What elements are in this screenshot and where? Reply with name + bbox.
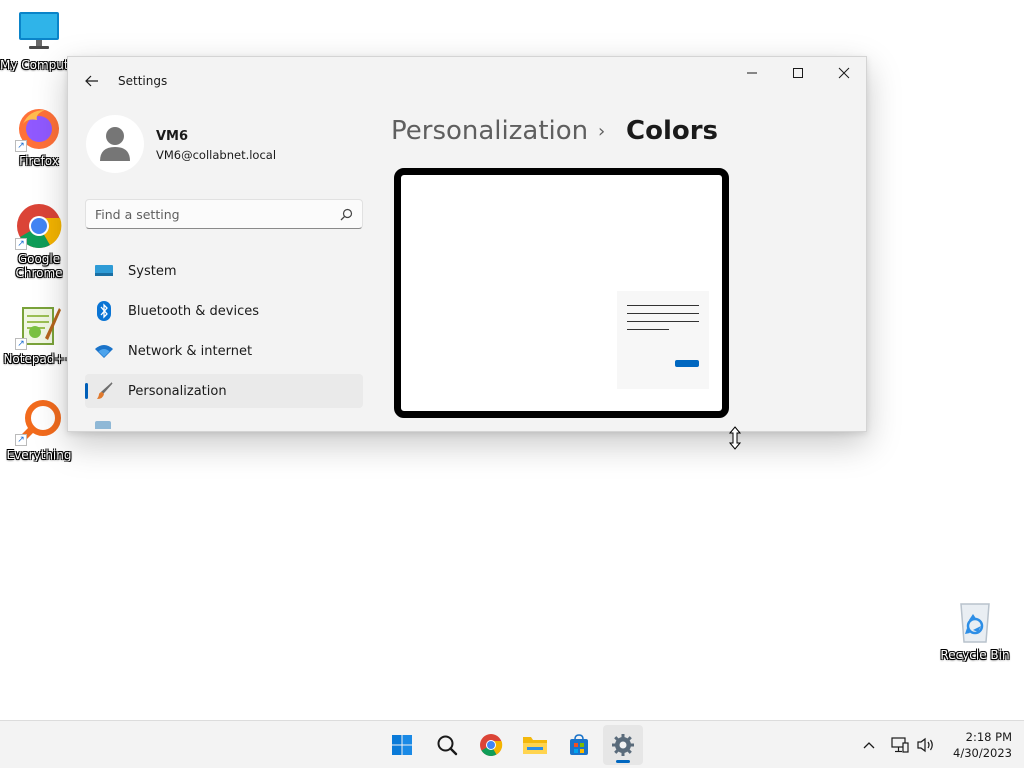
chevron-right-icon: › <box>598 121 606 142</box>
search-icon <box>437 735 458 756</box>
preview-text-line <box>627 329 669 330</box>
chrome-icon: ↗ <box>15 202 63 250</box>
resize-vertical-cursor-icon <box>728 426 742 450</box>
monitor-icon <box>15 8 63 56</box>
folder-icon <box>523 737 547 754</box>
firefox-icon: ↗ <box>15 104 63 152</box>
minimize-icon <box>747 72 757 74</box>
preview-window-card <box>617 291 709 389</box>
network-tray-button[interactable] <box>890 735 910 755</box>
wifi-icon <box>94 341 114 361</box>
taskbar-clock[interactable]: 2:18 PM 4/30/2023 <box>946 729 1012 761</box>
recycle-bin-icon <box>951 598 999 646</box>
sidebar-item-label: Personalization <box>128 383 227 399</box>
sidebar-item-label: Bluetooth & devices <box>128 303 259 319</box>
taskbar-store-button[interactable] <box>559 725 599 765</box>
chevron-up-icon <box>863 742 875 749</box>
start-button[interactable] <box>382 725 422 765</box>
avatar[interactable] <box>86 115 144 173</box>
store-icon <box>570 734 588 755</box>
shortcut-arrow-icon: ↗ <box>15 140 27 152</box>
brush-icon <box>94 381 114 401</box>
settings-gear-icon <box>612 734 634 756</box>
sidebar-item-personalization[interactable]: Personalization <box>85 374 363 408</box>
taskbar-settings-button[interactable] <box>603 725 643 765</box>
close-button[interactable] <box>821 57 866 89</box>
search-input[interactable] <box>86 200 326 228</box>
taskbar-chrome-button[interactable] <box>471 725 511 765</box>
show-hidden-icons-button[interactable] <box>859 735 879 755</box>
notepad-plus-plus-icon: ↗ <box>15 302 63 350</box>
sidebar-item-partial-icon <box>95 421 111 429</box>
sidebar-item-label: System <box>128 263 177 279</box>
page-title: Colors <box>626 116 719 146</box>
minimize-button[interactable] <box>729 57 775 89</box>
volume-tray-button[interactable] <box>916 735 936 755</box>
search-icon[interactable] <box>338 206 354 222</box>
shortcut-arrow-icon: ↗ <box>15 434 27 446</box>
shortcut-arrow-icon: ↗ <box>15 238 27 250</box>
window-title: Settings <box>118 74 168 88</box>
shortcut-arrow-icon: ↗ <box>15 338 27 350</box>
taskbar-search-button[interactable] <box>427 725 467 765</box>
user-name: VM6 <box>156 129 189 144</box>
maximize-button[interactable] <box>775 57 821 89</box>
title-bar[interactable]: Settings <box>68 57 866 105</box>
sidebar-item-bluetooth-devices[interactable]: Bluetooth & devices <box>85 294 363 328</box>
preview-text-line <box>627 313 699 314</box>
preview-accent-button <box>675 360 699 367</box>
sidebar-item-system[interactable]: System <box>85 254 363 288</box>
user-icon <box>100 127 130 161</box>
bluetooth-icon <box>94 301 114 321</box>
desktop-icon-label: Google Chrome <box>15 252 63 280</box>
network-icon <box>891 737 909 753</box>
taskbar: 2:18 PM 4/30/2023 <box>0 720 1024 768</box>
back-button[interactable] <box>78 67 106 95</box>
sidebar-item-network-internet[interactable]: Network & internet <box>85 334 363 368</box>
close-icon <box>838 67 850 79</box>
arrow-left-icon <box>85 75 98 87</box>
taskbar-file-explorer-button[interactable] <box>515 725 555 765</box>
settings-window[interactable]: Settings VM6 VM6@collabnet.local Find a … <box>67 56 867 432</box>
theme-preview <box>394 168 729 418</box>
desktop-icon-label: Everything <box>6 448 72 462</box>
display-icon <box>94 261 114 281</box>
selection-indicator <box>85 383 88 399</box>
sidebar-item-label: Network & internet <box>128 343 253 359</box>
desktop-icon-label: Recycle Bin <box>940 648 1010 662</box>
chrome-icon <box>480 734 503 756</box>
preview-text-line <box>627 321 699 322</box>
search-box[interactable] <box>85 199 363 229</box>
speaker-icon <box>917 737 933 753</box>
maximize-icon <box>793 68 803 78</box>
breadcrumb-parent[interactable]: Personalization <box>391 116 588 146</box>
windows-start-icon <box>392 735 412 755</box>
user-email: VM6@collabnet.local <box>156 148 277 162</box>
preview-text-line <box>627 305 699 306</box>
everything-search-icon: ↗ <box>15 398 63 446</box>
clock-time: 2:18 PM <box>965 730 1012 744</box>
clock-date: 4/30/2023 <box>953 746 1012 760</box>
desktop-icon-recycle-bin[interactable]: Recycle Bin <box>936 598 1014 662</box>
